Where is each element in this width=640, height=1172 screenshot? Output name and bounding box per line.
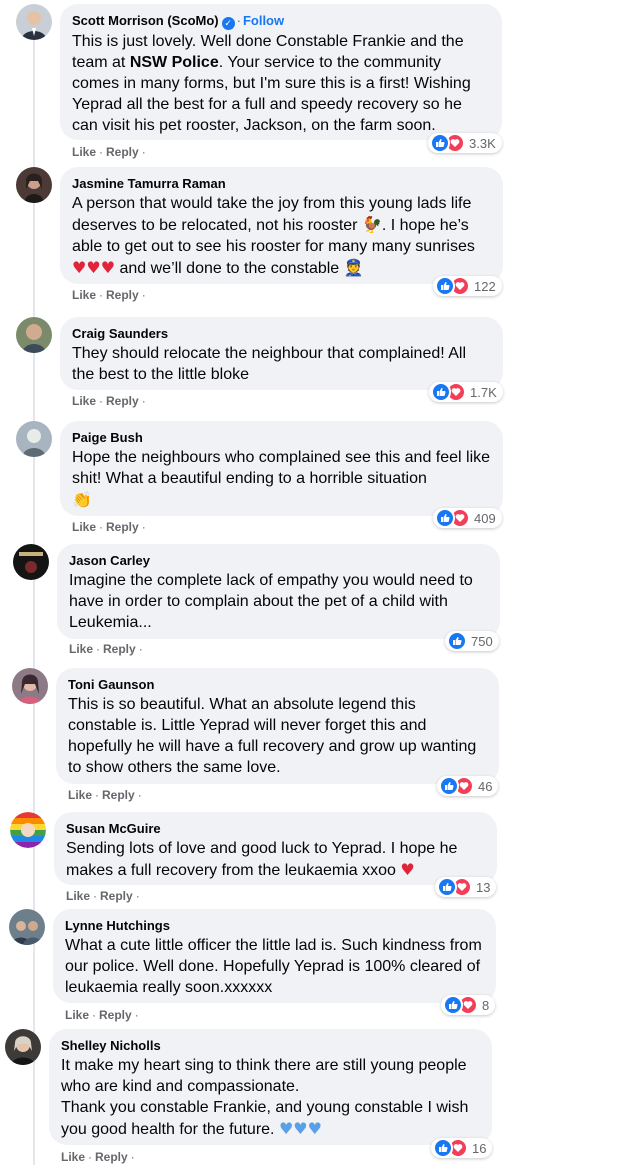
like-button[interactable]: Like [72, 145, 96, 159]
comment-author[interactable]: Paige Bush [72, 429, 491, 446]
comment-text: Hope the neighbours who complained see t… [72, 449, 491, 509]
reaction-count: 8 [482, 997, 490, 1013]
reaction-count: 1.7K [470, 384, 497, 400]
reactions-summary[interactable]: 122 [433, 276, 502, 296]
reactions-summary[interactable]: 13 [435, 877, 497, 897]
reactions-summary[interactable]: 1.7K [429, 382, 503, 402]
reply-button[interactable]: Reply [106, 394, 139, 408]
like-button[interactable]: Like [72, 288, 96, 302]
comment-text: What a cute little officer the little la… [65, 937, 482, 996]
comment-bubble: Shelley Nicholls It make my heart sing t… [49, 1029, 492, 1145]
reply-button[interactable]: Reply [106, 520, 139, 534]
comment-bubble: Toni Gaunson This is so beautiful. What … [56, 668, 499, 784]
thumbs-up-icon [433, 1138, 453, 1158]
reaction-count: 750 [471, 633, 493, 649]
comment-bubble: Jason Carley Imagine the complete lack o… [57, 544, 500, 639]
thumbs-up-icon [439, 776, 459, 796]
comment-author[interactable]: Jason Carley [69, 552, 488, 569]
reactions-summary[interactable]: 8 [441, 995, 496, 1015]
reply-button[interactable]: Reply [99, 1008, 132, 1022]
comment-author[interactable]: Jasmine Tamurra Raman [72, 175, 491, 192]
comment-bubble: Jasmine Tamurra Raman A person that woul… [60, 167, 503, 284]
comment-text: Imagine the complete lack of empathy you… [69, 572, 473, 631]
reply-button[interactable]: Reply [103, 642, 136, 656]
avatar[interactable] [16, 4, 52, 40]
avatar[interactable] [16, 317, 52, 353]
comment-author[interactable]: Shelley Nicholls [61, 1037, 480, 1054]
thread-connector-line [33, 40, 35, 1165]
like-button[interactable]: Like [66, 889, 90, 903]
reactions-summary[interactable]: 16 [431, 1138, 493, 1158]
thumbs-up-icon [431, 382, 451, 402]
like-button[interactable]: Like [69, 642, 93, 656]
comment-bubble: Lynne Hutchings What a cute little offic… [53, 909, 496, 1003]
reply-button[interactable]: Reply [106, 145, 139, 159]
thumbs-up-icon [443, 995, 463, 1015]
comment-text: A person that would take the joy from th… [72, 195, 475, 277]
follow-button[interactable]: Follow [243, 13, 284, 28]
comment-author[interactable]: Susan McGuire [66, 820, 485, 837]
avatar[interactable] [5, 1029, 41, 1065]
comment-text: Sending lots of love and good luck to Ye… [66, 840, 458, 879]
comment-bubble: Scott Morrison (ScoMo) ✓ · Follow This is j… [60, 4, 502, 140]
comment-text: They should relocate the neighbour that … [72, 345, 467, 383]
reply-button[interactable]: Reply [95, 1150, 128, 1164]
thumbs-up-icon [447, 631, 467, 651]
comment-text: This is so beautiful. What an absolute l… [68, 696, 477, 776]
comment-bubble: Susan McGuire Sending lots of love and g… [54, 812, 497, 885]
reaction-count: 3.3K [469, 135, 496, 151]
comment-text: It make my heart sing to think there are… [61, 1057, 469, 1138]
like-button[interactable]: Like [65, 1008, 89, 1022]
reactions-summary[interactable]: 3.3K [428, 133, 502, 153]
reactions-summary[interactable]: 409 [433, 508, 502, 528]
police-officer-emoji: 👮 [343, 258, 364, 277]
blue-hearts-emoji: ♥♥♥ [278, 1119, 322, 1138]
like-button[interactable]: Like [72, 394, 96, 408]
thumbs-up-icon [430, 133, 450, 153]
reaction-count: 16 [472, 1140, 487, 1156]
avatar[interactable] [10, 812, 46, 848]
like-button[interactable]: Like [61, 1150, 85, 1164]
reply-button[interactable]: Reply [100, 889, 133, 903]
verified-badge-icon: ✓ [221, 17, 235, 30]
reaction-count: 46 [478, 778, 493, 794]
like-button[interactable]: Like [68, 788, 92, 802]
red-heart-emoji: ♥ [400, 860, 415, 879]
avatar[interactable] [13, 544, 49, 580]
comment-author[interactable]: Craig Saunders [72, 325, 491, 342]
like-button[interactable]: Like [72, 520, 96, 534]
reactions-summary[interactable]: 750 [445, 631, 499, 651]
reactions-summary[interactable]: 46 [437, 776, 499, 796]
comment-text: This is just lovely. Well done Constable… [72, 33, 471, 134]
rooster-emoji: 🐓 [361, 215, 382, 234]
reaction-count: 13 [476, 879, 491, 895]
page-mention-link[interactable]: NSW Police [130, 54, 219, 71]
comment-bubble: Craig Saunders They should relocate the … [60, 317, 503, 390]
comment-author[interactable]: Toni Gaunson [68, 676, 487, 693]
comment-bubble: Paige Bush Hope the neighbours who compl… [60, 421, 503, 516]
reaction-count: 122 [474, 278, 496, 294]
avatar[interactable] [9, 909, 45, 945]
thumbs-up-icon [435, 508, 455, 528]
red-hearts-emoji: ♥♥♥ [72, 258, 116, 277]
reply-button[interactable]: Reply [102, 788, 135, 802]
avatar[interactable] [16, 421, 52, 457]
avatar[interactable] [12, 668, 48, 704]
avatar[interactable] [16, 167, 52, 203]
comment-author[interactable]: Lynne Hutchings [65, 917, 484, 934]
thumbs-up-icon [435, 276, 455, 296]
thumbs-up-icon [437, 877, 457, 897]
reply-button[interactable]: Reply [106, 288, 139, 302]
reaction-count: 409 [474, 510, 496, 526]
clapping-hands-emoji: 👏 [72, 490, 92, 509]
comment-author[interactable]: Scott Morrison (ScoMo) [72, 13, 219, 28]
